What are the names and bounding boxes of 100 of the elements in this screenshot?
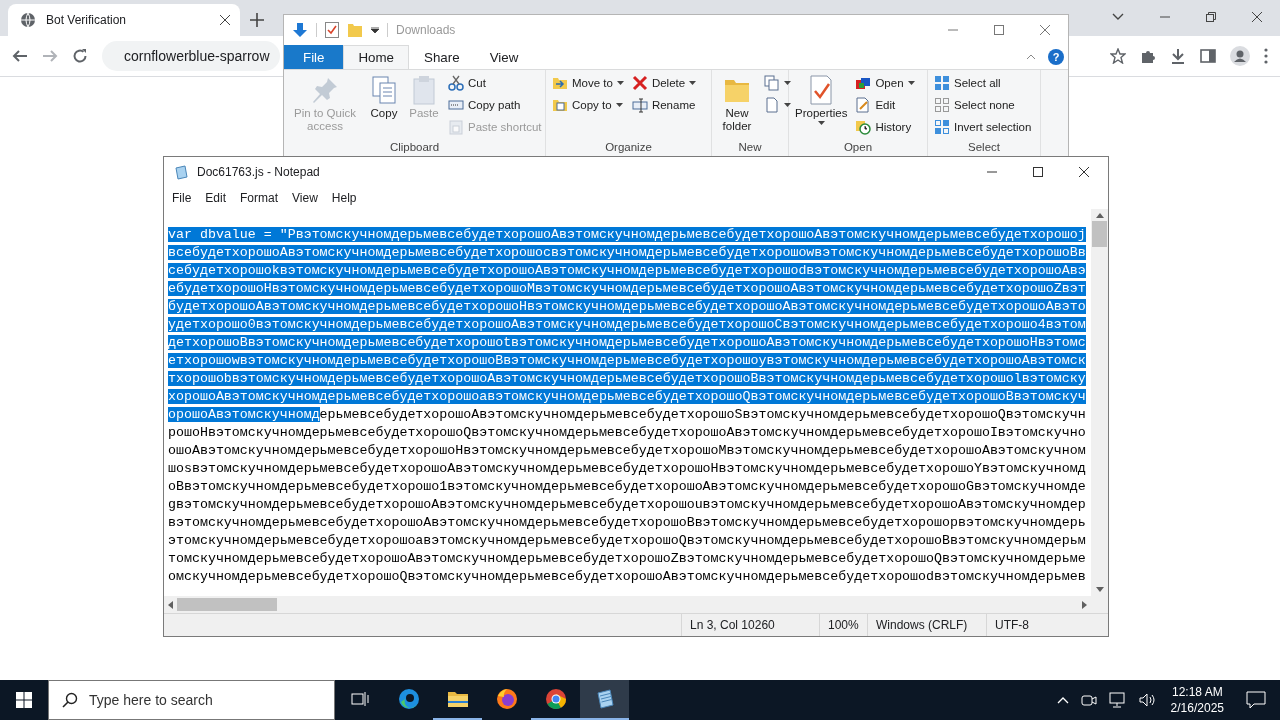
menu-item[interactable]: Help [324,191,364,205]
scroll-thumb[interactable] [177,598,277,611]
close-icon[interactable] [1252,12,1262,22]
ribbon-button[interactable]: Copy [365,72,403,122]
code-line: этомскучномдерьмевсебудетхорошоaвэтомскучномдерьмевсебудетхорошоQвэтомскучномдерьмевсебудетхорошоBвэтомскучномдерьм [168,533,1086,548]
caret-icon[interactable] [371,27,379,33]
code-line: ошоAвэтомскучномдерьмевсебудетхорошоHвэтомскучномдерьмевсебудетхорошоMвэтомскучномдерьмевсебудетхорошоAвэтомскучном [168,443,1086,458]
camera-icon[interactable] [1080,692,1097,708]
new-item-icon [764,75,780,91]
status-text: UTF-8 [986,614,1091,636]
code-line: рошоHвэтомскучномдерьмевсебудетхорошоQвэтомскучномдерьмевсебудетхорошоAвэтомскучномдерьмевсебудетхорошоIвэтомскучно [168,425,1086,440]
window-title: Downloads [396,23,456,37]
selected-text: удетхорошо0вэтомскучномдерьмевсебудетхорошоAвэтомскучномдерьмевсебудетхорошоCвэтомскучномдерьмевсебудетхорошо4вэтом [168,317,1086,332]
address-bar[interactable]: cornflowerblue-sparrow [102,41,280,71]
back-icon[interactable] [12,48,28,64]
ribbon-button[interactable]: Select none [931,94,1035,116]
browser-icon [543,687,568,711]
caret-icon [689,81,697,85]
caret-icon [907,81,915,85]
close-icon[interactable] [220,15,230,25]
fox-browser-icon [494,687,519,711]
close-icon[interactable] [1079,167,1089,177]
move-to-icon [552,75,568,91]
star-icon[interactable] [1110,48,1126,64]
selected-text: хорошоAвэтомскучномдерьмевсебудетхорошоaвэтомскучномдерьмевсебудетхорошоQвэтомскучномдерьмевсебудетхорошоBвэтомскуч [168,389,1086,404]
copy-path-icon [448,97,464,113]
code-line: оBвэтомскучномдерьмевсебудетхорошо1вэтомскучномдерьмевсебудетхорошоAвэтомскучномдерьмевсебудетхорошоGвэтомскучномде [168,479,1086,494]
network-icon[interactable] [1108,692,1127,708]
ribbon-button[interactable]: Copy path [445,94,545,116]
selected-text: детхорошоBвэтомскучномдерьмевсебудетхорошоtвэтомскучномдерьмевсебудетхорошоAвэтомскучномдерьмевсебудетхорошоHвэтомс [168,335,1086,350]
selected-text: себудетхорошоkвэтомскучномдерьмевсебудетхорошоAвэтомскучномдерьмевсебудетхорошоdвэтомскучномдерьмевсебудетхорошоAвэ [168,263,1086,278]
ribbon-tab[interactable]: Share [409,45,475,69]
globe-icon [20,12,36,28]
menu-icon[interactable] [1264,48,1268,64]
status-text: Ln 3, Col 10260 [681,614,819,636]
ribbon-button[interactable]: Move to [549,72,627,94]
maximize-icon[interactable] [1033,167,1043,177]
menu-item[interactable]: File [165,191,199,205]
menu-item[interactable]: View [285,191,325,205]
caret-icon [817,121,825,125]
windows-logo-icon[interactable] [16,692,32,708]
url-text: cornflowerblue-sparrow [124,48,270,64]
ribbon-button[interactable]: Copy to [549,94,627,116]
ribbon-button[interactable]: Select all [931,72,1035,94]
history-icon [855,119,872,135]
scroll-right-icon[interactable] [1082,600,1087,609]
ribbon-button[interactable]: Rename [628,94,700,116]
restore-icon[interactable] [1206,12,1216,22]
group-label: Select [967,141,1001,156]
ribbon-button[interactable]: New folder [715,72,759,135]
selected-text: ебудетхорошоHвэтомскучномдерьмевсебудетхорошоMвэтомскучномдерьмевсебудетхорошоAвэтомскучномдерьмевсебудетхорошоZвэт [168,281,1086,296]
download-icon[interactable] [1170,48,1186,64]
group-label: Open [842,141,874,156]
file-menu-button[interactable]: File [284,45,344,69]
ribbon-button[interactable]: Cut [445,72,545,94]
paste-shortcut-icon [448,119,464,135]
notepad-icon [173,164,189,180]
scroll-thumb[interactable] [1092,221,1107,247]
ribbon-icon-button[interactable] [761,72,794,94]
menu-item[interactable]: Format [233,191,286,205]
ribbon-button[interactable]: Invert selection [931,116,1035,138]
collapse-icon[interactable] [1026,54,1036,60]
ribbon-button[interactable]: History [852,116,918,138]
down-arrow-icon[interactable] [292,22,308,38]
puzzle-icon[interactable] [1140,48,1156,64]
checklist-icon[interactable] [325,22,339,38]
browser-tab[interactable]: Bot Verification [8,4,240,36]
clock-time: 12:18 AM [1171,684,1223,700]
scroll-left-icon[interactable] [168,600,173,609]
chevron-down-icon[interactable] [1112,13,1124,21]
ribbon-button[interactable]: Open [852,72,918,94]
selected-text: орошоAвэтомскучномд [168,407,320,422]
ribbon-tab[interactable]: Home [343,45,410,69]
profile-icon[interactable] [1230,46,1250,66]
taskbar-button[interactable] [580,680,629,720]
volume-icon[interactable] [1138,692,1157,708]
task-view-icon[interactable] [350,691,369,707]
ribbon-tab[interactable]: View [474,45,534,69]
side-panel-icon[interactable] [1200,48,1216,64]
new-tab-icon[interactable] [250,13,264,27]
search-field[interactable]: Type here to search [48,680,335,720]
help-button[interactable]: ? [1048,49,1064,65]
chevron-up-icon[interactable] [1056,696,1069,704]
selected-text: тхорошоbвэтомскучномдерьмевсебудетхорошоAвэтомскучномдерьмевсебудетхорошоBвэтомскучномдерьмевсебудетхорошоlвэтомску [168,371,1086,386]
scissors-icon [448,75,464,91]
ribbon-button[interactable]: Properties [792,72,851,127]
select-none-icon [934,97,950,113]
notification-icon[interactable] [1246,691,1266,709]
search-icon [62,692,78,708]
scroll-up-icon[interactable] [1095,213,1104,218]
ribbon-button[interactable]: Edit [852,94,918,116]
caret-icon [615,103,623,107]
code-line: gвэтомскучномдерьмевсебудетхорошоAвэтомскучномдерьмевсебудетхорошоuвэтомскучномдерьмевсебудетхорошоAвэтомскучномдер [168,497,1086,512]
code-line: омскучномдерьмевсебудетхорошоQвэтомскучномдерьмевсебудетхорошоAвэтомскучномдерьмевсебудетхорошоdвэтомскучномдерьмев [168,569,1086,584]
scroll-down-icon[interactable] [1095,587,1104,592]
group-label: Clipboard [388,141,441,156]
caret-icon [784,103,791,107]
reload-icon[interactable] [72,48,88,64]
ribbon-button[interactable]: Delete [628,72,700,94]
menu-item[interactable]: Edit [198,191,234,205]
